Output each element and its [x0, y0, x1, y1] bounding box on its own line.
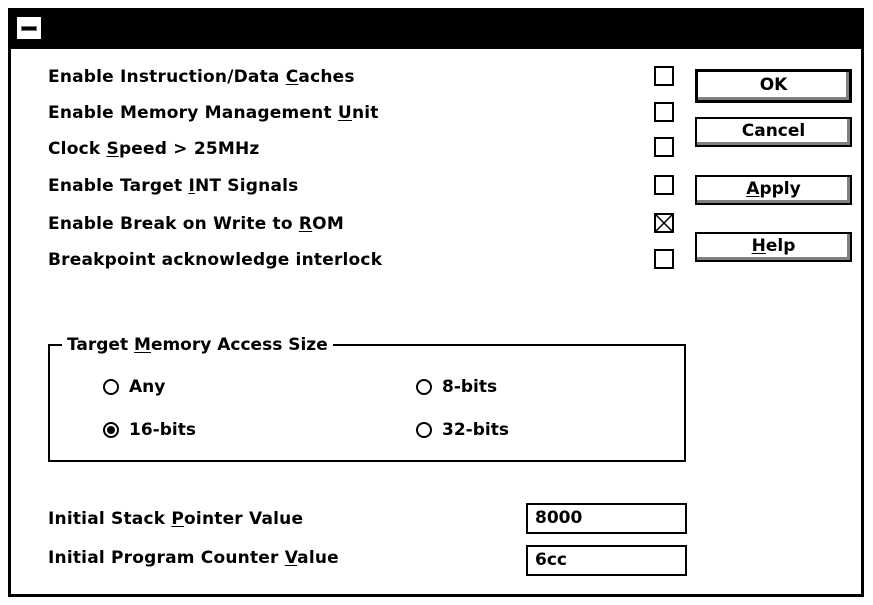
stack-pointer-field[interactable]: 8000: [526, 503, 687, 534]
group-title: Target Memory Access Size: [62, 332, 333, 358]
checkbox-label-clock-speed[interactable]: Clock Speed > 25MHz: [48, 136, 260, 162]
checkbox-bp-interlock[interactable]: [654, 249, 674, 269]
dialog-window: Enable Instruction/Data Caches Enable Me…: [8, 8, 864, 597]
radio-circle[interactable]: [416, 379, 432, 395]
check-x-icon: [656, 215, 672, 231]
apply-button[interactable]: Apply: [695, 175, 852, 205]
program-counter-field[interactable]: 6cc: [526, 545, 687, 576]
memory-access-group: Target Memory Access Size Any 8-bits 16-…: [48, 332, 686, 462]
radio-circle[interactable]: [103, 422, 119, 438]
radio-32-bits[interactable]: 32-bits: [416, 417, 509, 443]
help-button[interactable]: Help: [695, 232, 852, 262]
radio-label: 16-bits: [129, 420, 196, 440]
radio-any[interactable]: Any: [103, 374, 165, 400]
title-bar[interactable]: [11, 11, 861, 49]
radio-selected-dot: [107, 426, 115, 434]
system-menu-bar: [21, 26, 37, 31]
checkbox-clock-speed[interactable]: [654, 137, 674, 157]
checkbox-label-int-signals[interactable]: Enable Target INT Signals: [48, 173, 298, 199]
stack-pointer-label: Initial Stack Pointer Value: [48, 509, 304, 529]
checkbox-mmu[interactable]: [654, 102, 674, 122]
checkbox-label-mmu[interactable]: Enable Memory Management Unit: [48, 100, 379, 126]
radio-label: 32-bits: [442, 420, 509, 440]
radio-8-bits[interactable]: 8-bits: [416, 374, 497, 400]
checkbox-label-break-on-write[interactable]: Enable Break on Write to ROM: [48, 211, 344, 237]
checkbox-int-signals[interactable]: [654, 175, 674, 195]
checkbox-break-on-write[interactable]: [654, 213, 674, 233]
radio-label: 8-bits: [442, 377, 498, 397]
checkbox-label-bp-interlock[interactable]: Breakpoint acknowledge interlock: [48, 247, 382, 273]
radio-16-bits[interactable]: 16-bits: [103, 417, 196, 443]
checkbox-caches[interactable]: [654, 66, 674, 86]
system-menu-icon[interactable]: [15, 15, 43, 41]
ok-button[interactable]: OK: [695, 69, 852, 103]
program-counter-label: Initial Program Counter Value: [48, 548, 339, 568]
radio-label: Any: [129, 377, 166, 397]
radio-circle[interactable]: [416, 422, 432, 438]
cancel-button[interactable]: Cancel: [695, 117, 852, 147]
checkbox-label-caches[interactable]: Enable Instruction/Data Caches: [48, 64, 355, 90]
radio-circle[interactable]: [103, 379, 119, 395]
